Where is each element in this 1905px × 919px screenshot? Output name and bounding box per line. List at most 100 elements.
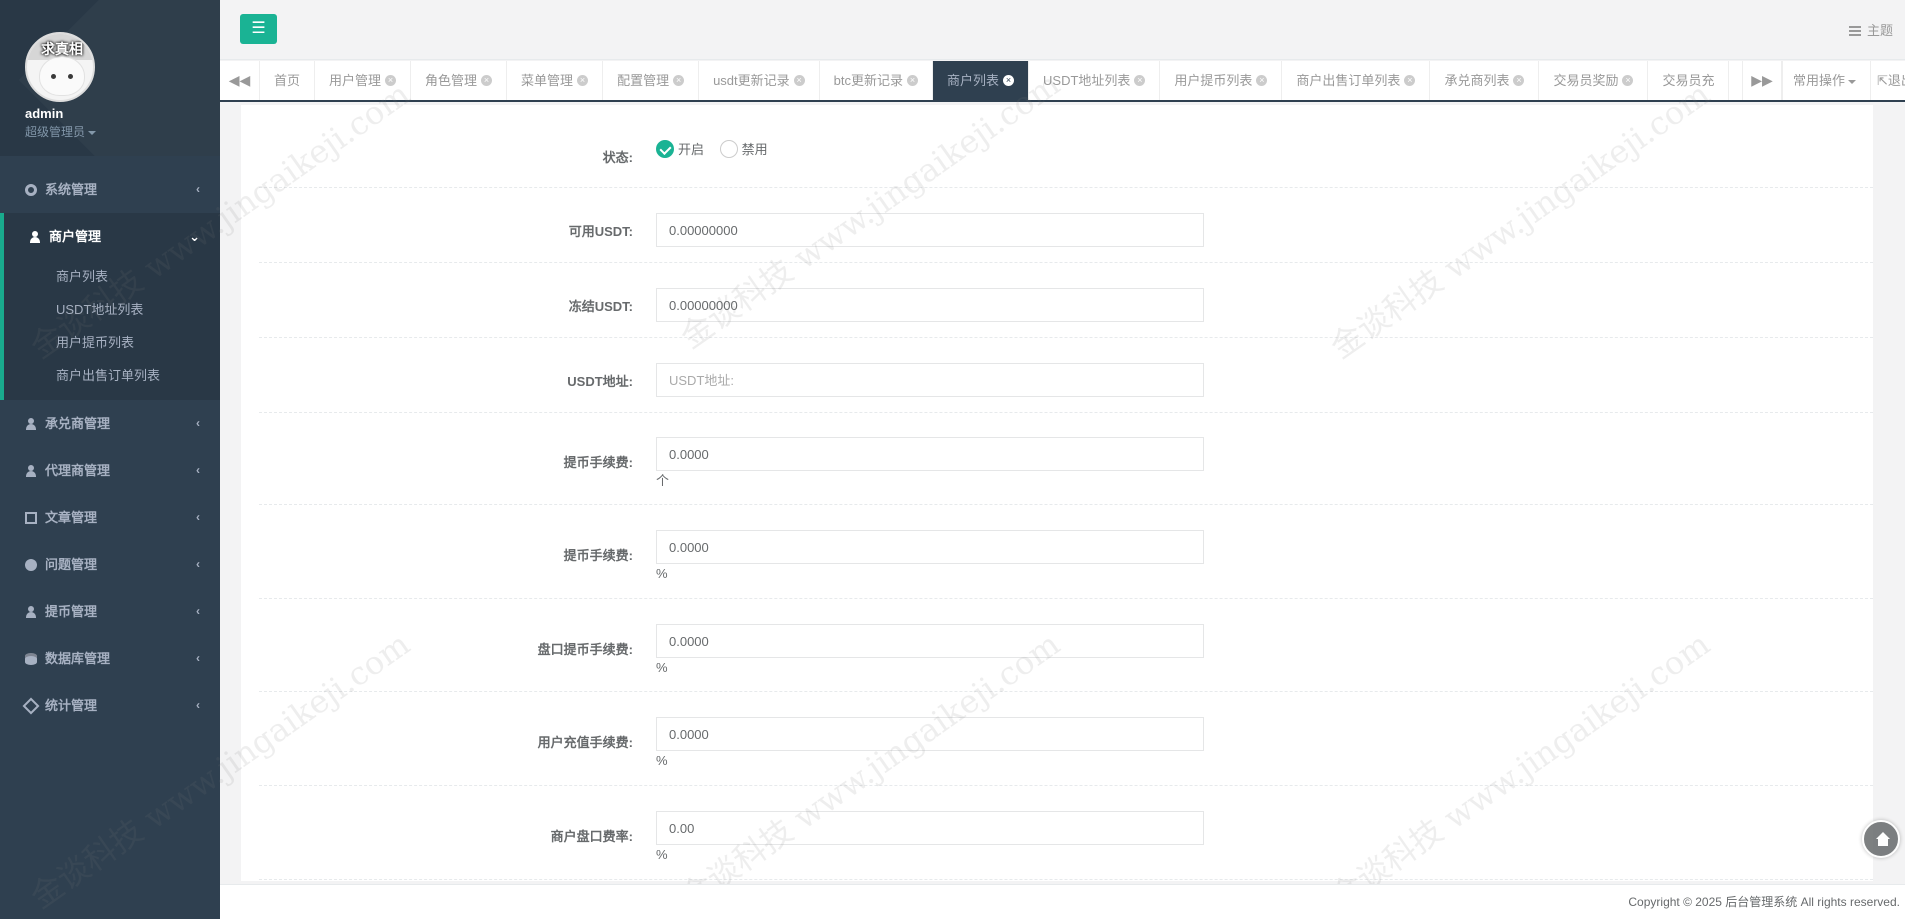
copy-icon (25, 511, 37, 524)
tab-item[interactable]: 用户提币列表 × (1160, 61, 1283, 100)
sidebar-item-acceptor[interactable]: 承兑商管理 ‹ (0, 400, 220, 447)
withdraw-fee-pct-input[interactable] (656, 530, 1204, 564)
sidebar-subitem-merchant-list[interactable]: 商户列表 (4, 260, 220, 293)
tab-item[interactable]: usdt更新记录 × (699, 61, 820, 100)
sidebar-item-article[interactable]: 文章管理 ‹ (0, 494, 220, 541)
tab-scroll-right-button[interactable]: ▶▶ (1742, 61, 1782, 100)
tab-item[interactable]: btc更新记录 × (820, 61, 933, 100)
sidebar: 求真相 admin 超级管理员 系统管理 ‹ 商户管理 ⌄ 商户列表 USDT地… (0, 0, 220, 919)
market-withdraw-fee-unit: % (656, 660, 668, 675)
tab-item[interactable]: 菜单管理 × (507, 61, 604, 100)
close-icon[interactable]: × (577, 75, 589, 87)
common-actions-label: 常用操作 (1793, 73, 1846, 88)
tab-list: 首页 用户管理 × 角色管理 × 菜单管理 × 配置管理 × usdt更新记录 × btc更新记录 × 商… (260, 61, 1782, 100)
withdraw-fee-fixed-label: 提币手续费: (563, 455, 633, 470)
user-icon (25, 605, 37, 618)
tab-scroll-left-button[interactable]: ◀◀ (220, 61, 260, 100)
sidebar-submenu: 商户列表 USDT地址列表 用户提币列表 商户出售订单列表 (4, 260, 220, 392)
status-radio-disabled[interactable] (719, 139, 738, 158)
withdraw-fee-pct-unit: % (656, 566, 668, 581)
tab-item[interactable]: 配置管理 × (603, 61, 700, 100)
tab-label: 配置管理 (617, 73, 670, 88)
market-withdraw-fee-label: 盘口提币手续费: (537, 642, 633, 657)
tab-label: 菜单管理 (521, 73, 574, 88)
menu-toggle-button[interactable]: ☰ (240, 14, 277, 44)
status-radio-group: 开启 禁用 (656, 139, 780, 158)
frozen-usdt-input[interactable] (656, 288, 1204, 322)
usdt-address-input[interactable] (656, 363, 1204, 397)
avatar[interactable]: 求真相 (25, 32, 95, 102)
close-icon[interactable]: × (673, 75, 685, 87)
close-icon[interactable]: × (1622, 75, 1634, 87)
usdt-address-label: USDT地址: (567, 374, 633, 389)
sidebar-item-agent[interactable]: 代理商管理 ‹ (0, 447, 220, 494)
tab-item[interactable]: 首页 (260, 61, 316, 100)
sidebar-subitem-user-withdraw[interactable]: 用户提币列表 (4, 326, 220, 359)
common-actions-dropdown[interactable]: 常用操作 (1782, 61, 1867, 100)
close-icon[interactable]: × (907, 75, 918, 87)
chevron-left-icon: ‹ (196, 604, 200, 618)
tab-label: 商户列表 (947, 73, 1000, 88)
withdraw-fee-pct-label: 提币手续费: (563, 548, 633, 563)
sidebar-nav: 系统管理 ‹ 商户管理 ⌄ 商户列表 USDT地址列表 用户提币列表 商户出售订… (0, 156, 220, 729)
caret-down-icon (88, 130, 97, 135)
profile-panel: 求真相 admin 超级管理员 (0, 0, 220, 156)
close-icon[interactable]: × (1256, 75, 1268, 87)
form-row-withdraw-fee-fixed: 提币手续费: 个 (259, 413, 1873, 505)
tab-item[interactable]: 商户列表 × (933, 61, 1030, 100)
chevron-left-icon: ‹ (196, 416, 200, 430)
merchant-market-rate-label: 商户盘口费率: (550, 829, 633, 844)
form-row-available-usdt: 可用USDT: (259, 188, 1873, 263)
tab-label: 交易员奖励 (1553, 73, 1619, 88)
tab-bar: ◀◀ 首页 用户管理 × 角色管理 × 菜单管理 × 配置管理 × usdt更新记录 × btc更新记… (220, 61, 1905, 102)
close-icon[interactable]: × (793, 75, 805, 87)
sidebar-item-label: 文章管理 (45, 510, 98, 525)
gear-icon (25, 183, 37, 196)
status-radio-enabled[interactable] (656, 139, 674, 158)
sidebar-item-merchant[interactable]: 商户管理 ⌄ 商户列表 USDT地址列表 用户提币列表 商户出售订单列表 (0, 213, 220, 400)
logout-button[interactable]: ⇱退出 (1870, 61, 1905, 100)
theme-button[interactable]: 主题 (1848, 20, 1893, 39)
footer: Copyright © 2025 后台管理系统 All rights reser… (220, 884, 1905, 919)
sidebar-item-statistics[interactable]: 统计管理 ‹ (0, 682, 220, 729)
sidebar-subitem-usdt-address[interactable]: USDT地址列表 (4, 293, 220, 326)
tab-item[interactable]: 交易员充 (1648, 61, 1730, 100)
close-icon[interactable]: × (1003, 75, 1015, 87)
form-row-merchant-market-rate: 商户盘口费率: % (259, 786, 1873, 880)
close-icon[interactable]: × (385, 75, 397, 87)
merchant-market-rate-input[interactable] (656, 811, 1204, 845)
tab-item[interactable]: 用户管理 × (315, 61, 412, 100)
close-icon[interactable]: × (1134, 75, 1146, 87)
sidebar-subitem-sell-orders[interactable]: 商户出售订单列表 (4, 359, 220, 392)
database-icon (25, 652, 37, 665)
tab-item[interactable]: 角色管理 × (411, 61, 508, 100)
close-icon[interactable]: × (1513, 75, 1525, 87)
available-usdt-input[interactable] (656, 213, 1204, 247)
close-icon[interactable]: × (1404, 75, 1416, 87)
sidebar-item-merchant-head[interactable]: 商户管理 ⌄ (4, 213, 220, 260)
form-panel: 状态: 开启 禁用 可用USDT: 冻结USDT: USDT地址: 提币手续费:… (241, 105, 1873, 881)
market-withdraw-fee-input[interactable] (656, 624, 1204, 658)
chevron-left-icon: ‹ (196, 557, 200, 571)
tab-label: usdt更新记录 (713, 73, 790, 88)
tab-label: 交易员充 (1662, 73, 1715, 88)
chevron-left-icon: ‹ (196, 698, 200, 712)
chevron-left-icon: ‹ (196, 463, 200, 477)
tab-item[interactable]: 商户出售订单列表 × (1282, 61, 1431, 100)
user-role-dropdown[interactable]: 超级管理员 (25, 123, 220, 140)
withdraw-fee-fixed-unit: 个 (656, 473, 670, 488)
logout-label: 退出 (1887, 73, 1905, 88)
withdraw-fee-fixed-input[interactable] (656, 437, 1204, 471)
sidebar-item-withdraw[interactable]: 提币管理 ‹ (0, 588, 220, 635)
sidebar-item-label: 问题管理 (45, 557, 98, 572)
tab-item[interactable]: USDT地址列表 × (1029, 61, 1161, 100)
sidebar-item-question[interactable]: 问题管理 ‹ (0, 541, 220, 588)
tab-item[interactable]: 承兑商列表 × (1430, 61, 1540, 100)
sidebar-item-system[interactable]: 系统管理 ‹ (0, 166, 220, 213)
tab-label: btc更新记录 (833, 73, 903, 88)
close-icon[interactable]: × (481, 75, 493, 87)
tab-item[interactable]: 交易员奖励 × (1539, 61, 1649, 100)
home-float-button[interactable] (1862, 820, 1900, 858)
sidebar-item-database[interactable]: 数据库管理 ‹ (0, 635, 220, 682)
user-recharge-fee-input[interactable] (656, 717, 1204, 751)
